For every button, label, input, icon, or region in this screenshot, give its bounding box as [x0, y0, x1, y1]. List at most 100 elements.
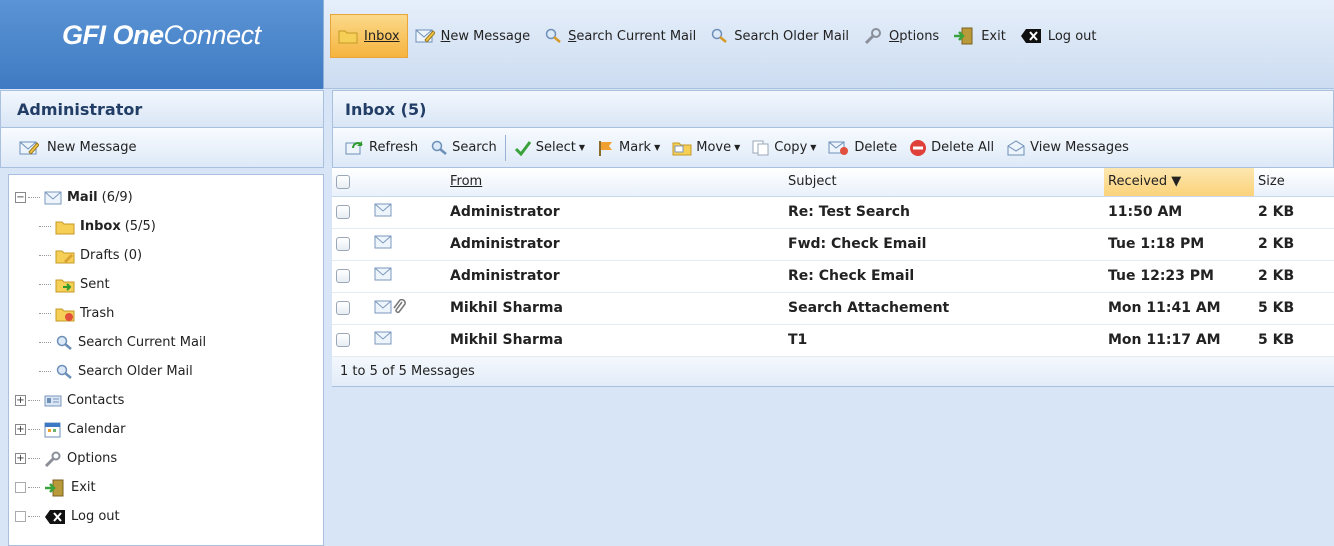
row-from: Mikhil Sharma [446, 324, 784, 357]
row-subject: T1 [784, 324, 1104, 357]
row-checkbox[interactable] [332, 292, 362, 325]
select-all-checkbox[interactable] [332, 168, 362, 197]
caret-down-icon: ▼ [578, 143, 586, 152]
mark-dropdown[interactable]: Mark ▼ [591, 133, 666, 163]
new-message-icon [19, 140, 39, 156]
tree-item-sent[interactable]: Sent [9, 270, 323, 299]
select-dropdown[interactable]: Select ▼ [508, 133, 591, 163]
collapse-icon[interactable]: − [15, 192, 26, 203]
toolbar-divider [504, 134, 506, 161]
table-row[interactable]: Administrator Fwd: Check Email Tue 1:18 … [332, 228, 1334, 261]
row-checkbox[interactable] [332, 324, 362, 357]
new-message-button[interactable]: New Message [0, 128, 324, 168]
envelope-icon [44, 191, 62, 205]
column-subject[interactable]: Subject [784, 168, 1104, 197]
wrench-icon [44, 451, 62, 467]
topnav-new-message[interactable]: New Message [408, 14, 537, 58]
table-row[interactable]: Mikhil Sharma T1 Mon 11:17 AM 5 KB [332, 324, 1334, 357]
delete-message-icon [828, 140, 850, 156]
envelope-icon [374, 203, 392, 217]
tree-item-mail[interactable]: − Mail (6/9) [9, 183, 323, 212]
table-row[interactable]: Administrator Re: Test Search 11:50 AM 2… [332, 196, 1334, 229]
stop-icon [909, 139, 927, 157]
topnav-log-out[interactable]: Log out [1013, 14, 1104, 58]
row-received: 11:50 AM [1104, 196, 1254, 229]
message-status-cell [362, 228, 446, 261]
checkmark-icon [514, 140, 532, 156]
envelope-icon [374, 331, 392, 345]
tree-item-contacts[interactable]: + Contacts [9, 386, 323, 415]
expand-icon[interactable]: + [15, 424, 26, 435]
column-from[interactable]: From [446, 168, 784, 197]
move-folder-icon [672, 140, 692, 156]
drafts-folder-icon [55, 248, 75, 264]
row-received: Tue 12:23 PM [1104, 260, 1254, 293]
envelope-icon [374, 267, 392, 281]
sent-folder-icon [55, 277, 75, 293]
row-received: Mon 11:41 AM [1104, 292, 1254, 325]
message-toolbar: Refresh Search Select ▼ Mark ▼ Move ▼ Copy ▼… [332, 128, 1334, 168]
paperclip-icon [392, 298, 406, 315]
search-icon [430, 140, 448, 156]
topnav-search-older-mail[interactable]: Search Older Mail [703, 14, 856, 58]
tree-item-trash[interactable]: Trash [9, 299, 323, 328]
caret-down-icon: ▼ [654, 143, 661, 152]
topnav-inbox[interactable]: Inbox [330, 14, 408, 58]
top-nav: Inbox New Message Search Current Mail Se… [330, 14, 1104, 58]
row-size: 5 KB [1254, 292, 1334, 325]
tree-item-drafts[interactable]: Drafts (0) [9, 241, 323, 270]
message-status-cell [362, 260, 446, 293]
envelope-icon [374, 300, 392, 314]
message-list: From Subject Received ▼ Size Administrat… [332, 168, 1334, 357]
topnav-exit[interactable]: Exit [946, 14, 1013, 58]
delete-all-button[interactable]: Delete All [903, 133, 1000, 163]
copy-dropdown[interactable]: Copy ▼ [746, 133, 822, 163]
move-dropdown[interactable]: Move ▼ [666, 133, 746, 163]
row-from: Mikhil Sharma [446, 292, 784, 325]
table-row[interactable]: Mikhil Sharma Search Attachement Mon 11:… [332, 292, 1334, 325]
flag-icon [597, 140, 615, 156]
table-row[interactable]: Administrator Re: Check Email Tue 12:23 … [332, 260, 1334, 293]
view-messages-button[interactable]: View Messages [1000, 133, 1135, 163]
tree-item-calendar[interactable]: + Calendar [9, 415, 323, 444]
message-status-cell [362, 292, 446, 325]
caret-down-icon: ▼ [734, 143, 741, 152]
main-panel: Inbox (5) Refresh Search Select ▼ Mark ▼ M… [332, 90, 1334, 546]
column-size[interactable]: Size [1254, 168, 1334, 197]
trash-folder-icon [55, 306, 75, 322]
row-checkbox[interactable] [332, 228, 362, 261]
tree-item-search-current-mail[interactable]: Search Current Mail [9, 328, 323, 357]
search-button[interactable]: Search [424, 133, 503, 163]
refresh-icon [345, 140, 365, 156]
row-size: 2 KB [1254, 196, 1334, 229]
logout-icon [44, 509, 66, 525]
folder-icon [338, 28, 358, 44]
row-size: 5 KB [1254, 324, 1334, 357]
row-checkbox[interactable] [332, 260, 362, 293]
search-icon [55, 335, 73, 351]
row-size: 2 KB [1254, 260, 1334, 293]
copy-icon [752, 140, 770, 156]
logout-icon [1020, 28, 1042, 44]
tree-item-search-older-mail[interactable]: Search Older Mail [9, 357, 323, 386]
left-panel: Administrator New Message − Mail (6/9) I… [0, 90, 324, 546]
row-checkbox[interactable] [332, 196, 362, 229]
delete-button[interactable]: Delete [822, 133, 903, 163]
expand-icon[interactable]: + [15, 453, 26, 464]
tree-item-options[interactable]: + Options [9, 444, 323, 473]
column-received[interactable]: Received ▼ [1104, 168, 1254, 197]
topnav-options[interactable]: Options [856, 14, 946, 58]
row-subject: Search Attachement [784, 292, 1104, 325]
tree-item-exit[interactable]: Exit [9, 473, 323, 502]
row-subject: Re: Test Search [784, 196, 1104, 229]
tree-item-log-out[interactable]: Log out [9, 502, 323, 531]
refresh-button[interactable]: Refresh [339, 133, 424, 163]
search-icon [710, 28, 728, 44]
topnav-search-current-mail[interactable]: Search Current Mail [537, 14, 703, 58]
leaf-box-icon [15, 482, 26, 493]
user-header: Administrator [0, 90, 324, 128]
row-from: Administrator [446, 196, 784, 229]
envelope-icon [374, 235, 392, 249]
tree-item-inbox[interactable]: Inbox (5/5) [9, 212, 323, 241]
expand-icon[interactable]: + [15, 395, 26, 406]
